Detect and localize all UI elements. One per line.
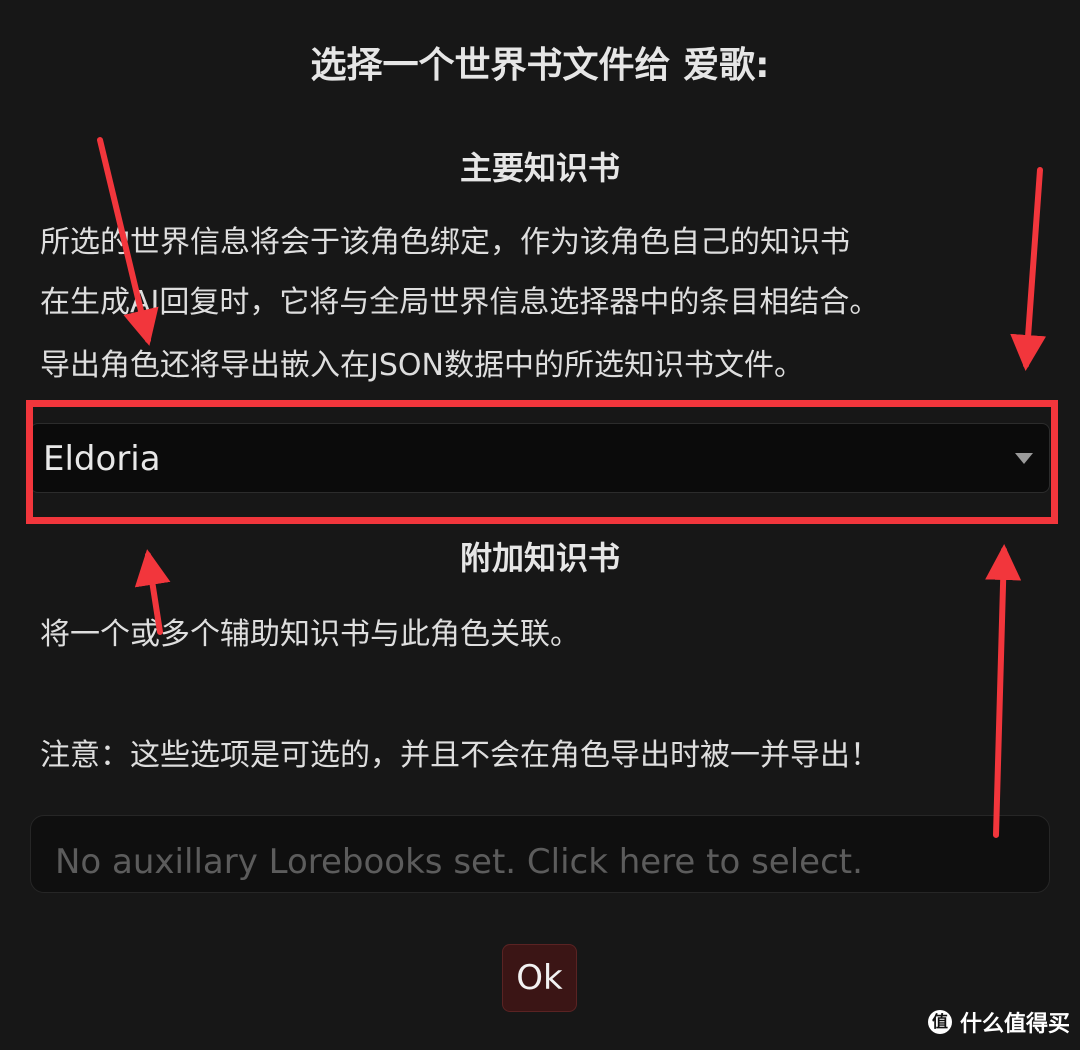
- dropdown-arrow-icon: [1015, 453, 1033, 464]
- auxiliary-description: 将一个或多个辅助知识书与此角色关联。: [40, 617, 580, 652]
- auxiliary-note: 注意：这些选项是可选的，并且不会在角色导出时被一并导出！: [40, 738, 880, 773]
- auxiliary-placeholder: No auxillary Lorebooks set. Click here t…: [55, 842, 863, 882]
- auxiliary-lorebook-heading: 附加知识书: [459, 539, 620, 577]
- ok-button[interactable]: Ok: [502, 944, 577, 1012]
- selected-lorebook-value: Eldoria: [43, 439, 161, 479]
- primary-lorebook-heading: 主要知识书: [459, 149, 620, 187]
- primary-description-line-3: 导出角色还将导出嵌入在JSON数据中的所选知识书文件。: [40, 348, 804, 383]
- watermark-logo-icon: 值: [927, 1010, 952, 1034]
- watermark: 值 什么值得买: [927, 1004, 1070, 1040]
- primary-lorebook-select[interactable]: Eldoria: [30, 423, 1050, 493]
- primary-description-line-1: 所选的世界信息将会于该角色绑定，作为该角色自己的知识书: [40, 225, 850, 260]
- arrow-bottom-right: [985, 544, 1022, 838]
- dialog-title: 选择一个世界书文件给 爱歌:: [310, 45, 770, 86]
- auxiliary-lorebooks-selector[interactable]: No auxillary Lorebooks set. Click here t…: [30, 815, 1050, 893]
- watermark-text: 什么值得买: [959, 1012, 1070, 1037]
- primary-description-line-2: 在生成AI回复时，它将与全局世界信息选择器中的条目相结合。: [40, 285, 880, 320]
- lorebook-dialog: 选择一个世界书文件给 爱歌: 主要知识书 所选的世界信息将会于该角色绑定，作为该…: [0, 0, 1080, 1050]
